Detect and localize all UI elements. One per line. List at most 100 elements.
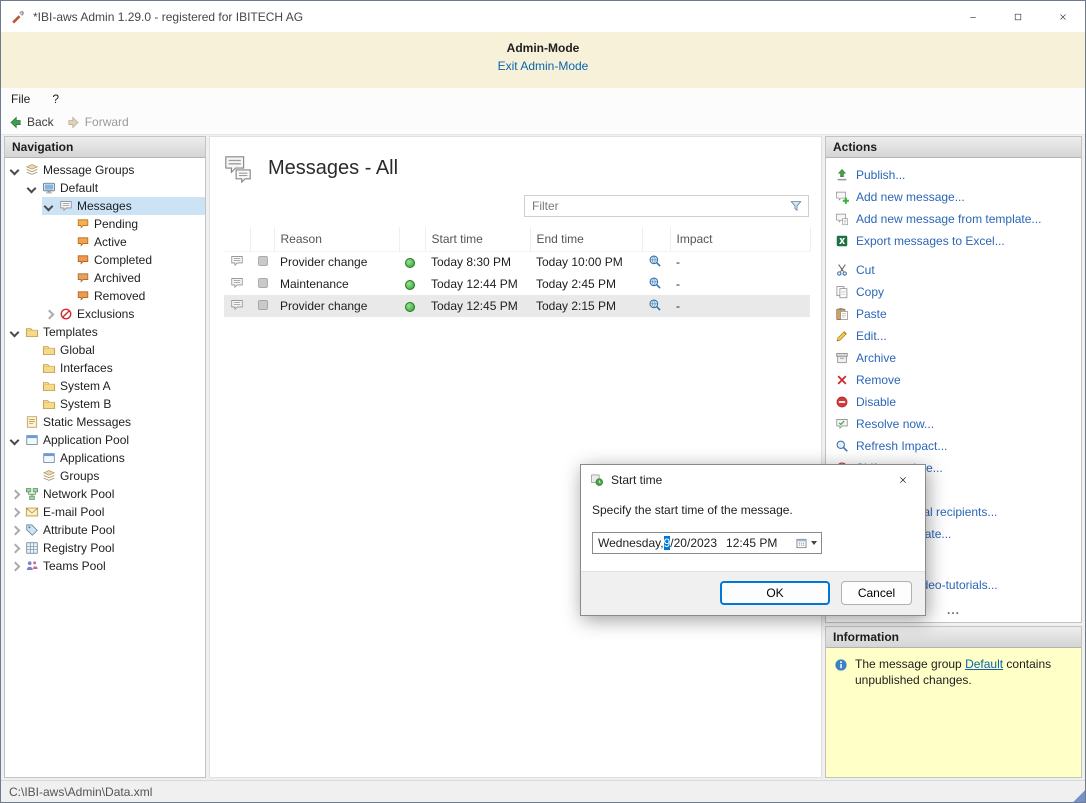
exit-admin-mode-link[interactable]: Exit Admin-Mode [498,59,589,73]
tree-item-inner: Active [59,233,205,251]
tree-item-interfaces[interactable]: Interfaces [5,359,205,377]
column-header-icon-3[interactable] [399,227,425,251]
column-header-start-time[interactable]: Start time [425,227,530,251]
chevron-right-icon[interactable] [8,524,21,537]
content-area: Navigation Message GroupsDefaultMessages… [1,135,1085,780]
datetime-selected-segment[interactable]: 9 [664,536,671,550]
display-icon [256,298,270,312]
chevron-right-icon[interactable] [8,506,21,519]
tree-item-application-pool[interactable]: Application Pool [5,431,205,449]
tree-item-archived[interactable]: Archived [5,269,205,287]
tree-item-label: System A [60,379,111,393]
action-edit[interactable]: Edit... [826,325,1081,347]
action-remove[interactable]: Remove [826,369,1081,391]
close-button[interactable] [1040,1,1085,32]
menu-help[interactable]: ? [52,92,59,106]
column-header-reason[interactable]: Reason [274,227,399,251]
action-archive[interactable]: Archive [826,347,1081,369]
computer-icon [42,181,56,195]
tree-item-network-pool[interactable]: Network Pool [5,485,205,503]
chevron-right-icon[interactable] [8,488,21,501]
action-add-new-message-from-template[interactable]: Add new message from template... [826,208,1081,230]
action-cut[interactable]: Cut [826,259,1081,281]
tree-item-pending[interactable]: Pending [5,215,205,233]
tree-item-message-groups[interactable]: Message Groups [5,161,205,179]
tree-item-label: Global [60,343,95,357]
chevron-down-icon[interactable] [8,434,21,447]
tree-item-completed[interactable]: Completed [5,251,205,269]
chevron-down-icon[interactable] [25,182,38,195]
action-resolve-now[interactable]: Resolve now... [826,413,1081,435]
default-group-link[interactable]: Default [965,657,1003,671]
chevron-down-icon[interactable] [8,326,21,339]
message-row-2[interactable]: MaintenanceToday 12:44 PMToday 2:45 PM- [224,273,810,295]
exclusions-icon [59,307,73,321]
chevron-right-icon[interactable] [42,308,55,321]
chevron-down-icon[interactable] [8,164,21,177]
display-icon [256,254,270,268]
tree-item-static-messages[interactable]: Static Messages [5,413,205,431]
column-header-icon-1[interactable] [250,227,274,251]
dialog-titlebar: Start time [581,465,925,495]
impact-magnifier-icon[interactable] [648,276,662,290]
info-text-before: The message group [855,657,965,671]
tree-item-inner: Teams Pool [8,557,205,575]
tree-item-exclusions[interactable]: Exclusions [5,305,205,323]
action-disable[interactable]: Disable [826,391,1081,413]
tree-item-system-a[interactable]: System A [5,377,205,395]
dialog-close-button[interactable] [881,465,925,495]
datetime-picker[interactable]: Wednesday, 9/20/2023 12:45 PM [592,532,822,554]
column-header-icon-0[interactable] [224,227,250,251]
column-header-icon-6[interactable] [642,227,670,251]
groups-icon [42,469,56,483]
maximize-button[interactable] [995,1,1040,32]
tree-item-default[interactable]: Default [5,179,205,197]
filter-funnel-icon[interactable] [789,199,803,213]
action-copy[interactable]: Copy [826,281,1081,303]
tree-item-templates[interactable]: Templates [5,323,205,341]
minimize-icon [968,12,978,22]
tree-item-inner: Groups [25,467,205,485]
impact-magnifier-icon[interactable] [648,254,662,268]
action-paste[interactable]: Paste [826,303,1081,325]
resize-grip[interactable] [1072,789,1085,802]
column-header-impact[interactable]: Impact [670,227,810,251]
tree-item-removed[interactable]: Removed [5,287,205,305]
chevron-right-icon[interactable] [8,542,21,555]
column-header-end-time[interactable]: End time [530,227,642,251]
filter-input[interactable] [532,199,789,213]
tree-item-messages[interactable]: Messages [5,197,205,215]
action-refresh-impact[interactable]: Refresh Impact... [826,435,1081,457]
tree-item-attribute-pool[interactable]: Attribute Pool [5,521,205,539]
tree-item-label: Registry Pool [43,541,114,555]
action-export-messages-to-excel[interactable]: Export messages to Excel... [826,230,1081,252]
tree-item-system-b[interactable]: System B [5,395,205,413]
close-icon [1058,12,1068,22]
tree-item-applications[interactable]: Applications [5,449,205,467]
active-status-icon [405,258,415,268]
message-row-1[interactable]: Provider changeToday 8:30 PMToday 10:00 … [224,251,810,273]
forward-button[interactable]: Forward [66,115,129,130]
ok-button[interactable]: OK [720,581,830,605]
archived-message-icon [76,271,90,285]
menu-file[interactable]: File [11,92,30,106]
action-publish[interactable]: Publish... [826,164,1081,186]
tree-item-label: Messages [77,199,132,213]
back-button[interactable]: Back [8,115,54,130]
tree-item-active[interactable]: Active [5,233,205,251]
chevron-right-icon[interactable] [8,560,21,573]
display-icon [256,276,270,290]
tree-item-e-mail-pool[interactable]: E-mail Pool [5,503,205,521]
tree-item-registry-pool[interactable]: Registry Pool [5,539,205,557]
tree-item-global[interactable]: Global [5,341,205,359]
datetime-dropdown-button[interactable] [792,533,821,553]
paste-icon [835,307,849,321]
message-row-3[interactable]: Provider changeToday 12:45 PMToday 2:15 … [224,295,810,317]
action-add-new-message[interactable]: Add new message... [826,186,1081,208]
tree-item-groups[interactable]: Groups [5,467,205,485]
cancel-button[interactable]: Cancel [841,581,912,605]
minimize-button[interactable] [950,1,995,32]
impact-magnifier-icon[interactable] [648,298,662,312]
tree-item-teams-pool[interactable]: Teams Pool [5,557,205,575]
chevron-down-icon[interactable] [42,200,55,213]
